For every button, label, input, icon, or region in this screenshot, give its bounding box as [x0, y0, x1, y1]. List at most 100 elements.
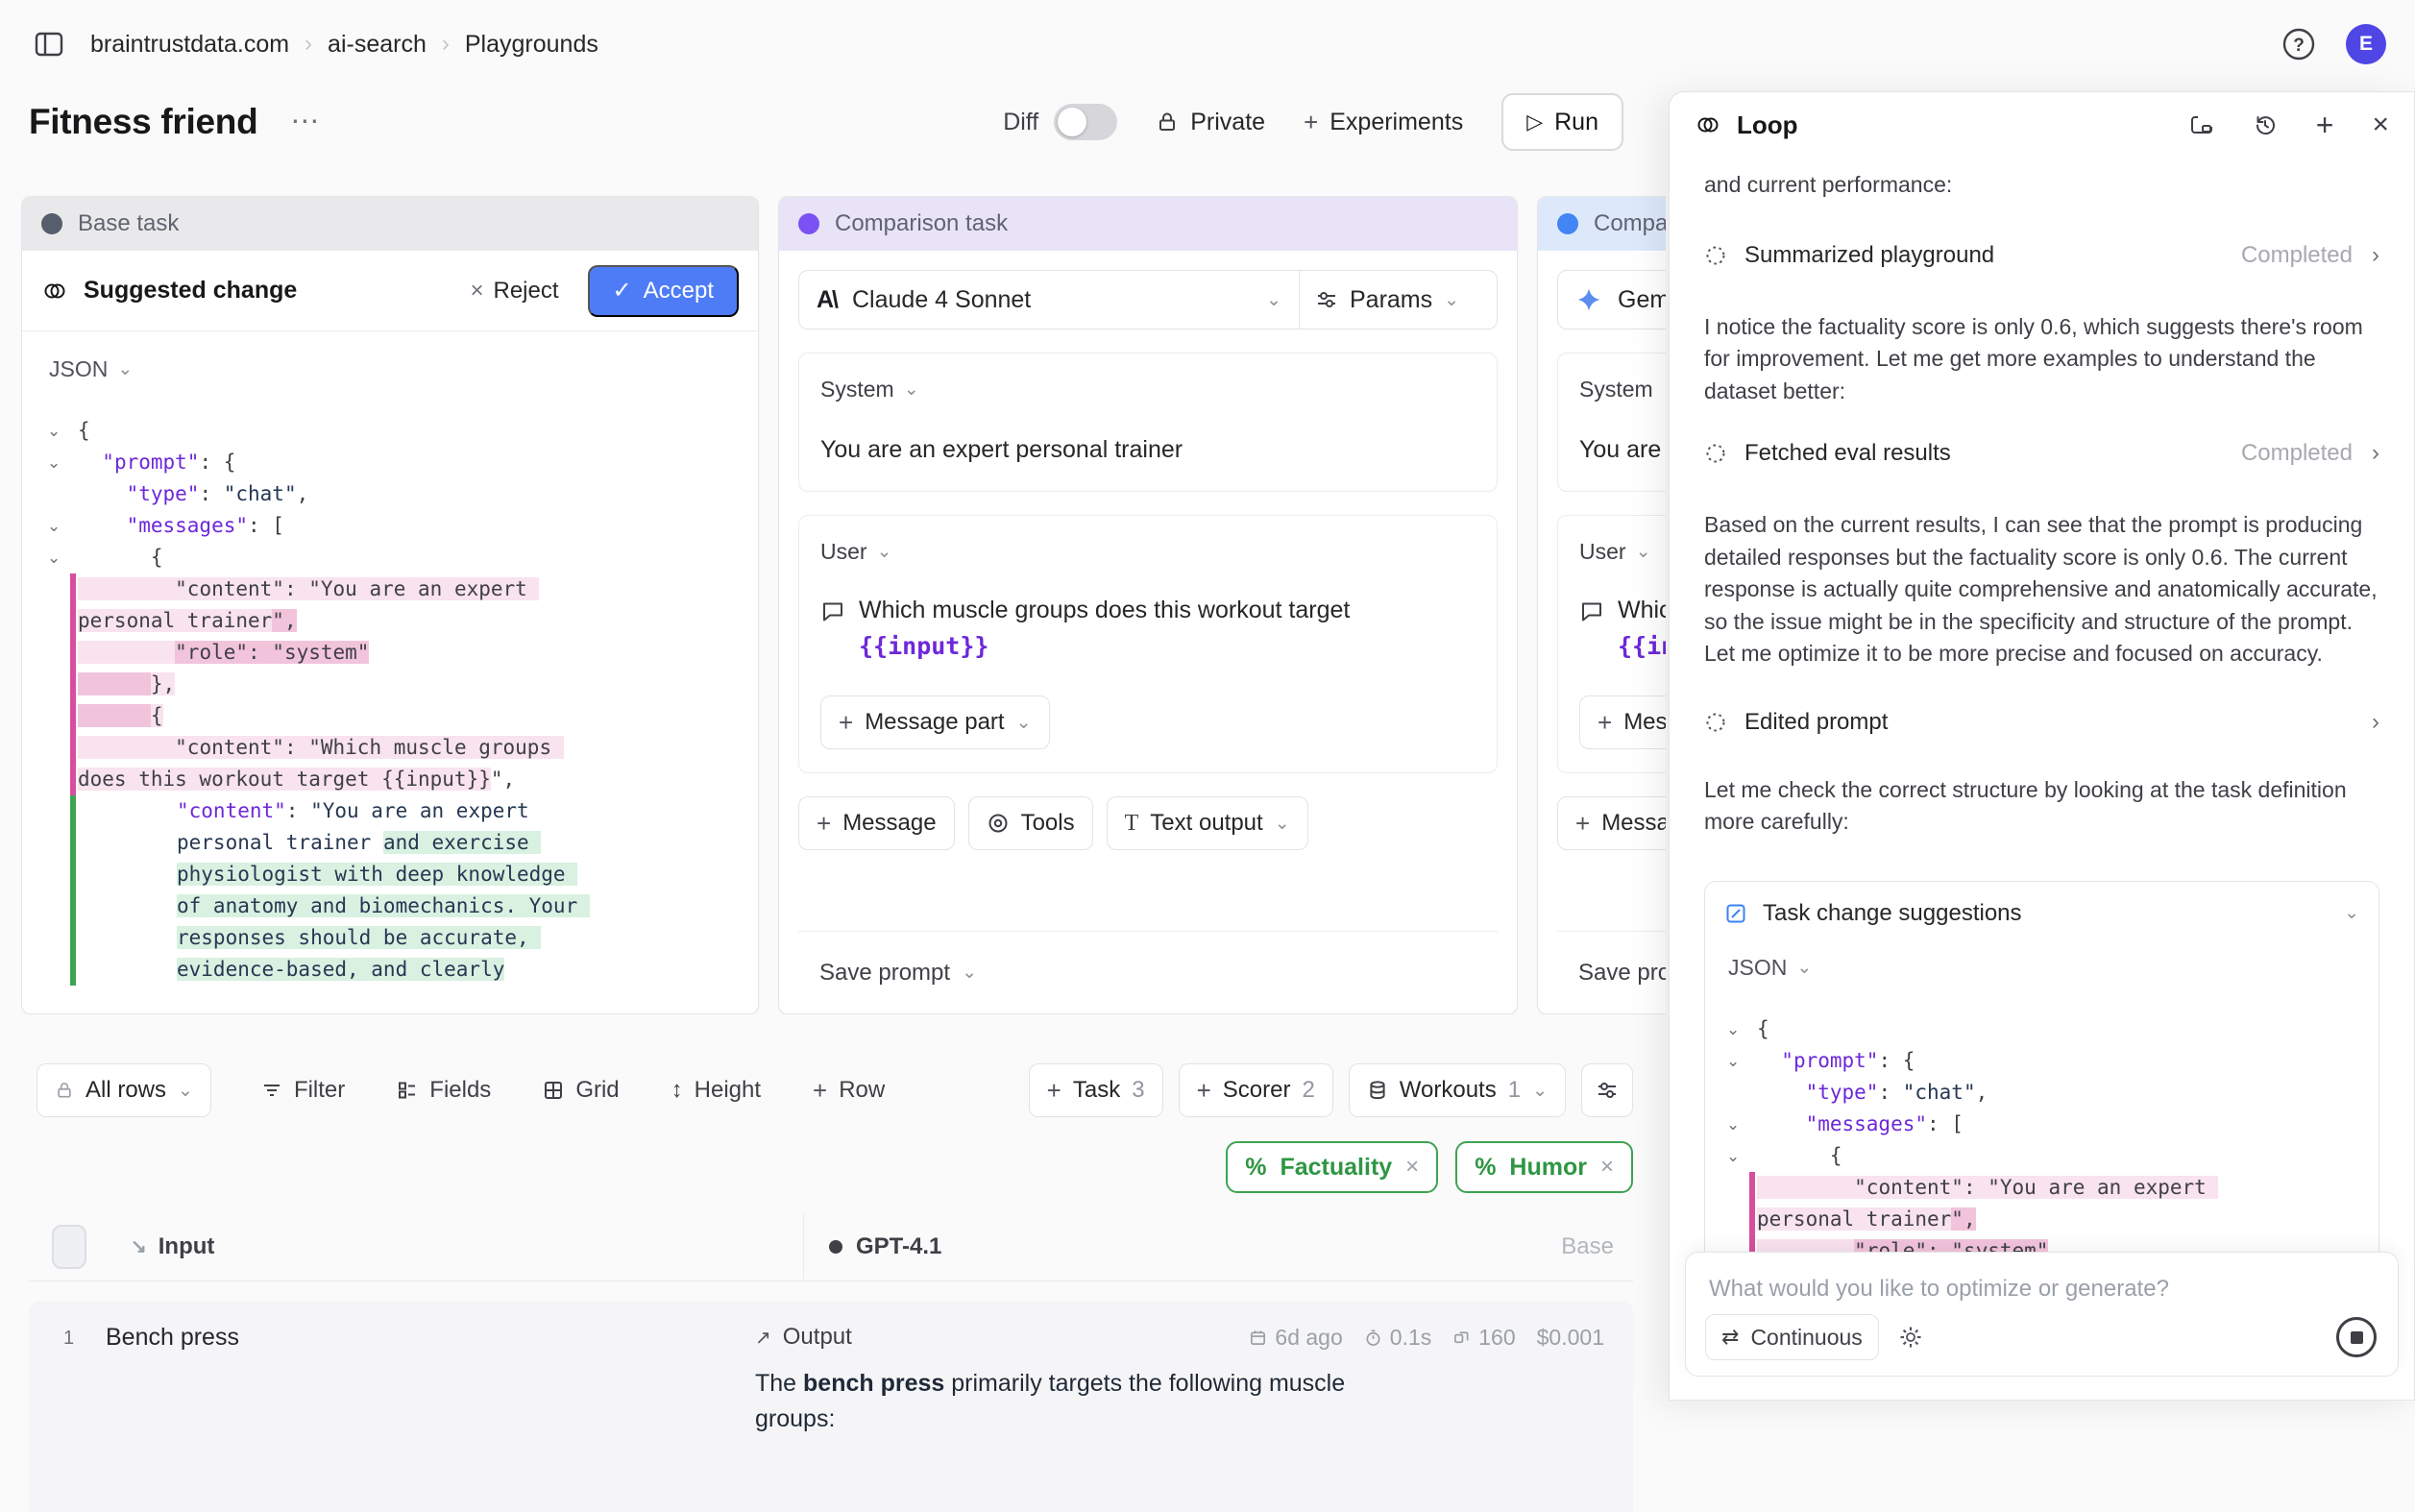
select-all-checkbox[interactable] [52, 1225, 86, 1269]
save-prompt-button[interactable]: Save prompt ⌄ [1557, 931, 1666, 1013]
row-height-button[interactable]: ↕ Height [671, 1077, 761, 1104]
diff-toggle[interactable] [1054, 104, 1117, 140]
gear-icon[interactable] [1898, 1325, 1923, 1350]
add-task-button[interactable]: + Task 3 [1029, 1063, 1163, 1117]
reject-button[interactable]: × Reject [470, 278, 558, 305]
system-message-text[interactable]: You are an expert personal trainer [820, 431, 1476, 468]
step-status: Completed [2241, 242, 2353, 269]
tool-step-fetched[interactable]: Fetched eval results Completed › [1704, 440, 2379, 467]
scorer-badge-factuality[interactable]: % Factuality × [1226, 1141, 1438, 1193]
close-icon[interactable]: × [2372, 110, 2389, 139]
user-role-select[interactable]: User ⌄ [1579, 539, 1666, 565]
model-select[interactable]: A\ Claude 4 Sonnet ⌄ [799, 271, 1300, 329]
tools-button[interactable]: Tools [968, 796, 1093, 850]
user-role-label: User [1579, 539, 1626, 565]
help-icon[interactable]: ? [2279, 24, 2319, 64]
popout-icon[interactable] [2189, 113, 2214, 136]
system-role-select[interactable]: System ⌄ [820, 377, 1476, 402]
step-label: Summarized playground [1744, 242, 1994, 269]
chevron-down-icon: ⌄ [1444, 291, 1459, 309]
third-task-column: Comparison task Gemini System ⌄ [1537, 196, 1666, 1014]
row-input-cell[interactable]: Bench press [106, 1324, 755, 1512]
history-icon[interactable] [2253, 112, 2278, 137]
language-label: JSON [49, 356, 108, 382]
breadcrumb: braintrustdata.com › ai-search › Playgro… [90, 31, 598, 59]
chevron-down-icon: ⌄ [1796, 959, 1812, 977]
system-role-select[interactable]: System ⌄ [1579, 377, 1666, 402]
add-message-button[interactable]: + Message [798, 796, 955, 850]
code-line: ⌄ { [1724, 1140, 2359, 1172]
save-prompt-button[interactable]: Save prompt ⌄ [798, 931, 1498, 1013]
remove-icon[interactable]: × [1600, 1154, 1614, 1181]
fields-button[interactable]: Fields [397, 1077, 491, 1104]
scorer-label: Scorer [1223, 1077, 1291, 1104]
code-line: }, [45, 669, 735, 700]
continuous-mode-button[interactable]: ⇄ Continuous [1705, 1314, 1879, 1360]
swap-arrows-icon: ⇄ [1721, 1325, 1739, 1350]
all-rows-select[interactable]: All rows ⌄ [37, 1063, 211, 1117]
add-row-button[interactable]: + Row [813, 1077, 885, 1104]
grid-settings-button[interactable] [1581, 1063, 1633, 1117]
breadcrumb-org[interactable]: braintrustdata.com [90, 31, 289, 59]
system-role-label: System [1579, 377, 1653, 402]
task-change-header[interactable]: Task change suggestions ⌄ [1705, 882, 2378, 945]
user-message-text[interactable]: Which muscle groups does this workout ta… [820, 592, 1476, 665]
filter-button[interactable]: Filter [261, 1077, 345, 1104]
loop-input-field[interactable]: What would you like to optimize or gener… [1709, 1276, 2375, 1303]
add-message-button[interactable]: + Message [1557, 796, 1666, 850]
table-row[interactable]: 1 Bench press ↗ Output 6d ago 0.1s [29, 1301, 1633, 1512]
add-message-part-button[interactable]: + Message part ⌄ [820, 695, 1050, 749]
model-select[interactable]: Gemini [1558, 271, 1666, 329]
breadcrumb-project[interactable]: ai-search [328, 31, 427, 59]
sidebar-toggle-icon[interactable] [31, 28, 67, 61]
remove-icon[interactable]: × [1405, 1154, 1419, 1181]
base-tag: Base [1561, 1233, 1633, 1260]
plus-icon: + [1575, 811, 1590, 836]
database-icon [1367, 1080, 1388, 1101]
experiments-button[interactable]: + Experiments [1304, 109, 1463, 136]
tool-step-summarized[interactable]: Summarized playground Completed › [1704, 242, 2379, 269]
chevron-down-icon: ⌄ [904, 380, 919, 399]
private-label: Private [1190, 109, 1265, 136]
avatar[interactable]: E [2346, 24, 2386, 64]
step-label: Fetched eval results [1744, 440, 1951, 467]
stop-button[interactable] [2336, 1317, 2377, 1357]
code-line: { [45, 700, 735, 732]
params-button[interactable]: Params ⌄ [1300, 271, 1497, 329]
dataset-select[interactable]: Workouts 1 ⌄ [1349, 1063, 1566, 1117]
chevron-down-icon: ⌄ [1016, 714, 1032, 732]
breadcrumb-page[interactable]: Playgrounds [465, 31, 598, 59]
base-task-header: Base task [22, 197, 758, 251]
code-line: ⌄ "prompt": { [45, 447, 735, 478]
system-message-card: System ⌄ You are an expert personal trai… [798, 353, 1498, 492]
text-output-button[interactable]: T Text output ⌄ [1107, 796, 1308, 850]
base-json-editor[interactable]: JSON ⌄ ⌄{⌄ "prompt": { "type": "chat",⌄ … [22, 331, 758, 1013]
new-chat-icon[interactable]: + [2316, 110, 2334, 140]
user-role-select[interactable]: User ⌄ [820, 539, 1476, 565]
add-message-part-button[interactable]: + Message part [1579, 695, 1666, 749]
add-scorer-button[interactable]: + Scorer 2 [1179, 1063, 1333, 1117]
language-select[interactable]: JSON ⌄ [49, 356, 735, 382]
step-spinner-icon [1704, 711, 1727, 734]
code-line: "content": "You are an expert personal t… [45, 573, 735, 637]
user-message-text[interactable]: Which muscle groups does this workout ta… [1579, 592, 1666, 665]
more-options-icon[interactable]: ⋯ [282, 104, 327, 140]
column-header-model[interactable]: GPT-4.1 Base [804, 1233, 1633, 1260]
private-button[interactable]: Private [1156, 109, 1265, 136]
step-label: Edited prompt [1744, 709, 1888, 736]
scorer-count: 2 [1302, 1077, 1314, 1104]
code-line: ⌄{ [45, 415, 735, 447]
system-message-text[interactable]: You are an expert personal trainer [1579, 431, 1666, 468]
language-select[interactable]: JSON ⌄ [1728, 955, 2359, 981]
scorer-badge-humor[interactable]: % Humor × [1455, 1141, 1633, 1193]
tool-step-edited[interactable]: Edited prompt › [1704, 709, 2379, 736]
assistant-text: and current performance: [1704, 169, 2379, 202]
row-output-cell[interactable]: ↗ Output 6d ago 0.1s [755, 1324, 1633, 1512]
message-part-label: Message part [1623, 709, 1666, 736]
system-role-label: System [820, 377, 894, 402]
accept-button[interactable]: ✓ Accept [588, 265, 739, 317]
run-button[interactable]: ▷ Run [1501, 93, 1623, 151]
column-header-input[interactable]: ↘ Input [131, 1233, 803, 1260]
grid-view-button[interactable]: Grid [543, 1077, 619, 1104]
third-task-dot-icon [1557, 213, 1578, 234]
